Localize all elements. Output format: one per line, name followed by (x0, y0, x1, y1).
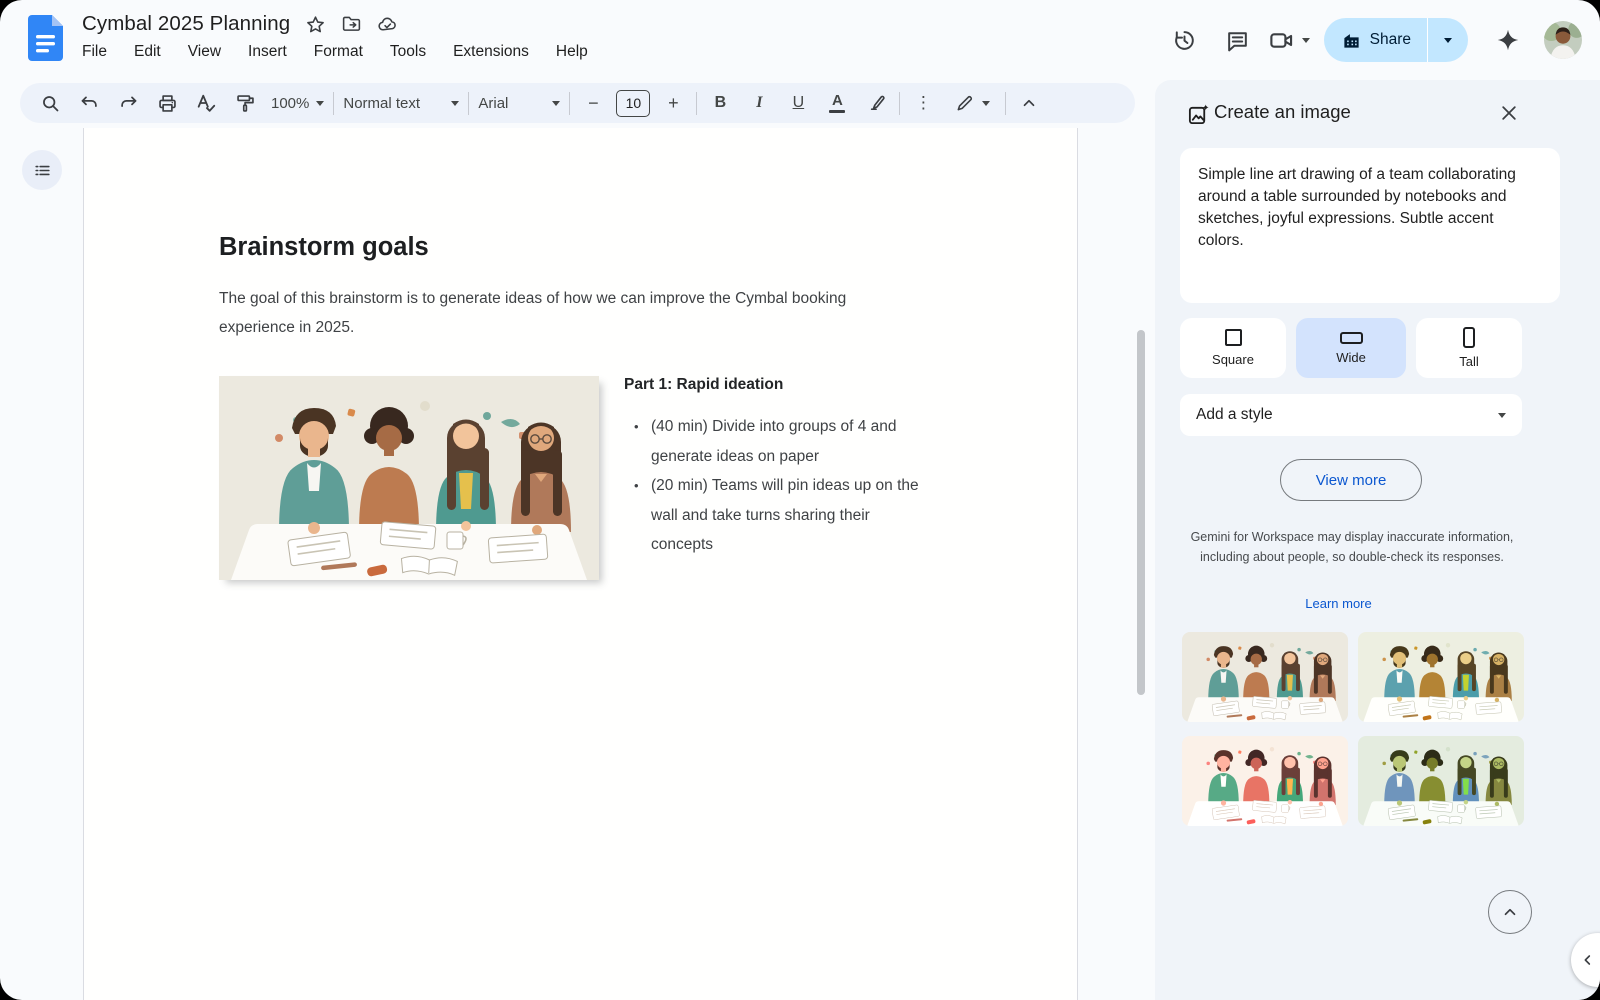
generated-image-thumbnail[interactable] (1358, 736, 1524, 826)
aspect-wide-option[interactable]: Wide (1296, 318, 1406, 378)
increase-font-size-button[interactable]: + (659, 89, 687, 117)
add-style-dropdown[interactable]: Add a style (1180, 394, 1522, 436)
search-menus-icon[interactable] (36, 89, 64, 117)
hide-menus-icon[interactable] (1015, 89, 1043, 117)
underline-button[interactable]: U (784, 89, 812, 117)
editing-mode-select[interactable] (948, 89, 996, 117)
doc-section-title[interactable]: Part 1: Rapid ideation (624, 376, 783, 394)
doc-bullet-item[interactable]: (40 min) Divide into groups of 4 and gen… (632, 412, 932, 471)
wide-shape-icon (1340, 332, 1363, 344)
square-shape-icon (1225, 329, 1242, 346)
text-color-swatch (829, 110, 845, 114)
zoom-caret-icon (316, 101, 324, 106)
redo-icon[interactable] (114, 89, 142, 117)
view-more-button[interactable]: View more (1280, 459, 1422, 501)
menu-insert[interactable]: Insert (248, 43, 287, 61)
comments-icon[interactable] (1216, 18, 1260, 62)
generated-images-grid (1182, 632, 1524, 826)
text-color-button[interactable]: A (823, 89, 851, 117)
print-icon[interactable] (153, 89, 181, 117)
header: Cymbal 2025 Planning File Edit View Inse… (0, 0, 1600, 80)
toolbar-separator (696, 92, 697, 115)
toolbar-separator (569, 92, 570, 115)
zoom-select[interactable]: 100% (271, 95, 324, 112)
call-options-caret-icon[interactable] (1302, 38, 1310, 43)
font-family-select[interactable]: Arial (478, 95, 560, 112)
create-image-icon (1187, 103, 1210, 126)
gemini-disclaimer: Gemini for Workspace may display inaccur… (1189, 527, 1515, 567)
version-history-icon[interactable] (1163, 18, 1207, 62)
italic-button[interactable]: I (745, 89, 773, 117)
undo-icon[interactable] (75, 89, 103, 117)
mode-caret-icon (982, 101, 990, 106)
decrease-font-size-button[interactable]: − (579, 89, 607, 117)
google-docs-logo-icon[interactable] (28, 15, 63, 61)
menubar: File Edit View Insert Format Tools Exten… (82, 43, 588, 61)
font-size-input[interactable]: 10 (616, 90, 650, 117)
toolbar-separator (468, 92, 469, 115)
generated-image-thumbnail[interactable] (1182, 736, 1348, 826)
doc-bullet-list: (40 min) Divide into groups of 4 and gen… (632, 412, 932, 560)
cloud-saved-icon[interactable] (377, 14, 398, 35)
document-title[interactable]: Cymbal 2025 Planning (82, 12, 290, 36)
create-image-panel: Create an image Simple line art drawing … (1155, 80, 1600, 1000)
style-caret-icon (451, 101, 459, 106)
panel-title: Create an image (1214, 101, 1351, 123)
toolbar-separator (1005, 92, 1006, 115)
toolbar-separator (333, 92, 334, 115)
doc-intro-paragraph[interactable]: The goal of this brainstorm is to genera… (219, 284, 884, 342)
doc-inline-image[interactable] (219, 376, 599, 580)
menu-file[interactable]: File (82, 43, 107, 61)
font-caret-icon (552, 101, 560, 106)
share-button-group: Share (1324, 18, 1468, 62)
show-outline-button[interactable] (22, 150, 62, 190)
star-icon[interactable] (305, 14, 326, 35)
menu-view[interactable]: View (188, 43, 221, 61)
aspect-ratio-group: Square Wide Tall (1180, 318, 1522, 378)
move-to-folder-icon[interactable] (341, 14, 362, 35)
highlight-color-icon[interactable] (862, 89, 890, 117)
doc-heading[interactable]: Brainstorm goals (219, 233, 429, 262)
tall-shape-icon (1463, 327, 1475, 348)
document-page[interactable]: Brainstorm goals The goal of this brains… (83, 128, 1078, 1000)
menu-edit[interactable]: Edit (134, 43, 161, 61)
doc-bullet-item[interactable]: (20 min) Teams will pin ideas up on the … (632, 471, 932, 560)
image-prompt-input[interactable]: Simple line art drawing of a team collab… (1180, 148, 1560, 303)
toolbar: 100% Normal text Arial − 10 + B I U A ⋮ (20, 83, 1135, 123)
menu-tools[interactable]: Tools (390, 43, 426, 61)
join-call-button[interactable] (1268, 27, 1310, 54)
bold-button[interactable]: B (706, 89, 734, 117)
aspect-tall-option[interactable]: Tall (1416, 318, 1522, 378)
gemini-sparkle-icon[interactable] (1486, 18, 1530, 62)
learn-more-link[interactable]: Learn more (1155, 596, 1522, 611)
style-dropdown-caret-icon (1498, 413, 1506, 418)
paint-format-icon[interactable] (231, 89, 259, 117)
app-window: Cymbal 2025 Planning File Edit View Inse… (0, 0, 1600, 1000)
spelling-check-icon[interactable] (192, 89, 220, 117)
aspect-square-option[interactable]: Square (1180, 318, 1286, 378)
more-options-button[interactable]: ⋮ (909, 89, 937, 117)
menu-help[interactable]: Help (556, 43, 588, 61)
close-panel-icon[interactable] (1496, 100, 1522, 126)
menu-extensions[interactable]: Extensions (453, 43, 529, 61)
paragraph-style-select[interactable]: Normal text (343, 95, 459, 112)
share-options-caret[interactable] (1428, 18, 1468, 62)
prompt-text: Simple line art drawing of a team collab… (1198, 164, 1542, 252)
toolbar-separator (899, 92, 900, 115)
account-avatar[interactable] (1544, 21, 1582, 59)
pen-icon (955, 93, 975, 113)
domain-icon (1342, 31, 1361, 50)
panel-header: Create an image (1155, 80, 1600, 144)
scroll-to-top-button[interactable] (1488, 890, 1532, 934)
generated-image-thumbnail[interactable] (1182, 632, 1348, 722)
document-scrollbar[interactable] (1137, 330, 1145, 695)
generated-image-thumbnail[interactable] (1358, 632, 1524, 722)
menu-format[interactable]: Format (314, 43, 363, 61)
share-button[interactable]: Share (1324, 18, 1427, 62)
